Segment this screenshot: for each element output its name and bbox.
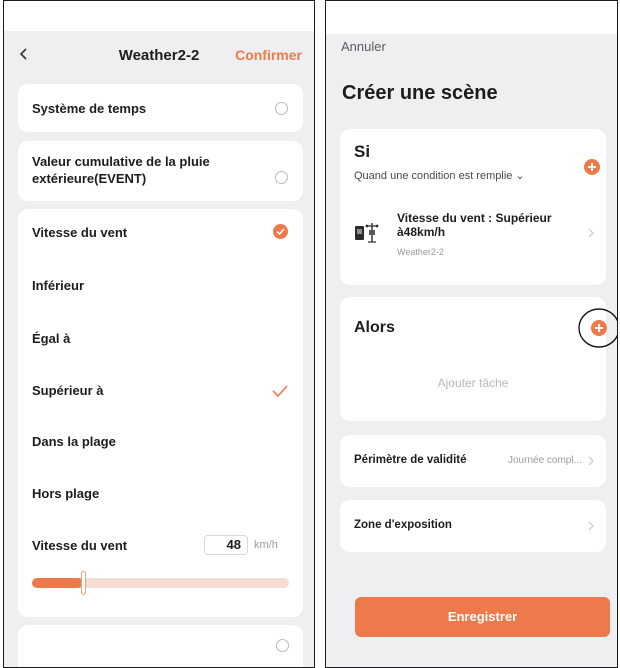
page-title: Créer une scène xyxy=(342,82,498,104)
option-label: Système de temps xyxy=(32,101,147,116)
radio-unselected-icon[interactable] xyxy=(275,171,288,184)
highlight-circle-annotation xyxy=(578,308,617,348)
status-bar xyxy=(4,1,314,31)
header-bar: Weather2-2 Confirmer xyxy=(4,36,314,76)
add-condition-button[interactable] xyxy=(584,159,600,175)
condition-mode-dropdown[interactable]: Quand une condition est remplie ⌄ xyxy=(354,169,525,182)
validity-label: Périmètre de validité xyxy=(354,454,467,466)
then-section-card: Alors Ajouter tâche xyxy=(340,297,617,421)
value-label: Vitesse du vent xyxy=(32,538,128,553)
then-section-title: Alors xyxy=(354,319,395,336)
check-icon xyxy=(272,385,288,397)
condition-editor-panel: Weather2-2 Confirmer Système de temps Va… xyxy=(3,0,315,668)
validity-value: Journée compl... xyxy=(508,455,582,466)
option-label: Valeur cumulative de la pluie extérieure… xyxy=(32,154,210,186)
chevron-right-icon xyxy=(588,456,594,466)
cancel-button[interactable]: Annuler xyxy=(341,39,386,54)
radio-selected-icon[interactable] xyxy=(273,224,288,239)
operator-option-hors-plage[interactable]: Hors plage xyxy=(32,485,288,502)
condition-item[interactable]: Vitesse du vent : Supérieur à48km/h Weat… xyxy=(340,201,606,269)
chevron-right-icon xyxy=(588,228,594,238)
operator-label: Égal à xyxy=(32,331,71,346)
option-card-cumulative-rain[interactable]: Valeur cumulative de la pluie extérieure… xyxy=(18,141,303,201)
wind-speed-slider[interactable] xyxy=(32,571,289,595)
condition-title: Vitesse du vent : Supérieur à48km/h xyxy=(397,211,552,239)
operator-option-superieur[interactable]: Supérieur à xyxy=(32,382,288,399)
wind-speed-input[interactable]: 48 xyxy=(204,535,248,555)
option-row: Système de temps xyxy=(32,100,288,117)
operator-option-dans-la-plage[interactable]: Dans la plage xyxy=(32,433,288,450)
validity-row[interactable]: Périmètre de validité Journée compl... xyxy=(340,435,606,487)
wind-speed-option[interactable]: Vitesse du vent xyxy=(32,224,288,241)
if-section-title: Si xyxy=(354,142,371,161)
if-section-card: Si Quand une condition est remplie ⌄ Vit… xyxy=(340,129,606,285)
option-card-partial[interactable] xyxy=(18,625,303,667)
exposure-zone-row[interactable]: Zone d'exposition xyxy=(340,500,606,552)
radio-unselected-icon[interactable] xyxy=(276,639,289,652)
status-bar xyxy=(326,1,617,34)
unit-label: km/h xyxy=(254,539,278,551)
operator-label: Supérieur à xyxy=(32,383,104,398)
operator-label: Dans la plage xyxy=(32,434,116,449)
wind-value-row: Vitesse du vent xyxy=(32,535,288,555)
option-card-weather-system[interactable]: Système de temps xyxy=(18,84,303,132)
create-scene-panel: Annuler Créer une scène Si Quand une con… xyxy=(325,0,618,668)
radio-unselected-icon[interactable] xyxy=(275,102,288,115)
operator-option-inferieur[interactable]: Inférieur xyxy=(32,277,288,294)
add-task-placeholder[interactable]: Ajouter tâche xyxy=(340,376,606,390)
confirm-button[interactable]: Confirmer xyxy=(235,47,302,63)
exposure-label: Zone d'exposition xyxy=(354,519,452,531)
operator-label: Hors plage xyxy=(32,486,100,501)
slider-fill xyxy=(32,578,84,588)
slider-handle[interactable] xyxy=(81,571,87,595)
operator-option-egal[interactable]: Égal à xyxy=(32,330,288,347)
chevron-right-icon xyxy=(588,521,594,531)
weather-station-icon xyxy=(355,223,379,243)
condition-device: Weather2-2 xyxy=(397,247,444,257)
option-label: Vitesse du vent xyxy=(32,225,128,240)
option-row: Valeur cumulative de la pluie extérieure… xyxy=(32,153,288,187)
operator-label: Inférieur xyxy=(32,278,85,293)
wind-speed-card: Vitesse du vent Inférieur Égal à Supérie… xyxy=(18,209,303,617)
save-button[interactable]: Enregistrer xyxy=(355,597,610,637)
